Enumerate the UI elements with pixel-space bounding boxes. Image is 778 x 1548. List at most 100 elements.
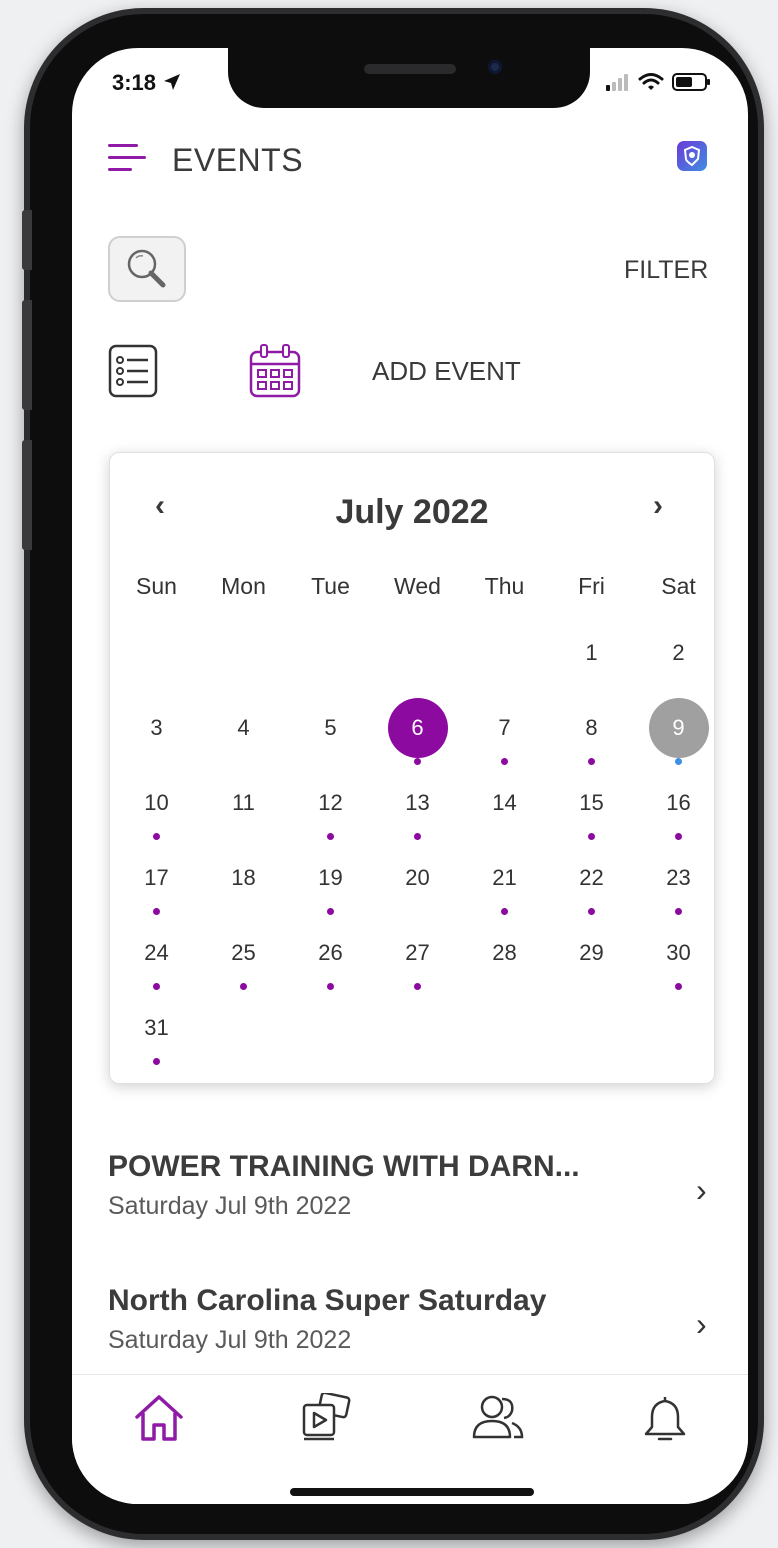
bell-icon [644, 1397, 686, 1441]
calendar-day[interactable]: 25 [200, 923, 287, 990]
calendar-day-number: 6 [387, 698, 448, 758]
weekday-label: Tue [311, 573, 350, 599]
calendar-day-number: 21 [492, 865, 517, 890]
calendar-day-number: 24 [144, 940, 169, 965]
calendar-day-number: 17 [144, 865, 169, 890]
calendar-view-icon[interactable] [248, 342, 302, 405]
status-time-text: 3:18 [112, 70, 157, 95]
calendar-day[interactable]: 10 [113, 773, 200, 840]
mute-switch [22, 210, 32, 270]
calendar-day[interactable]: 3 [113, 698, 200, 758]
event-indicator-dot [414, 983, 421, 990]
calendar-day[interactable]: 8 [548, 698, 635, 765]
calendar-day-number: 15 [579, 790, 604, 815]
calendar-day-number: 13 [405, 790, 430, 815]
calendar-day-number: 18 [231, 865, 256, 890]
calendar-day-number: 22 [579, 865, 604, 890]
front-camera [488, 60, 502, 74]
calendar-day-number: 11 [232, 790, 255, 815]
calendar-day-number: 3 [150, 715, 163, 740]
calendar-day[interactable]: 28 [461, 923, 548, 983]
calendar-day-number: 5 [324, 715, 337, 740]
event-indicator-dot [414, 758, 421, 765]
list-view-icon[interactable] [108, 344, 158, 403]
event-indicator-dot [153, 908, 160, 915]
calendar-day-number: 7 [498, 715, 511, 740]
calendar-day-number: 20 [405, 865, 430, 890]
calendar-day[interactable]: 26 [287, 923, 374, 990]
event-indicator-dot [414, 833, 421, 840]
calendar-day[interactable]: 12 [287, 773, 374, 840]
event-indicator-dot [675, 758, 682, 765]
event-item[interactable]: POWER TRAINING WITH DARN... Saturday Jul… [108, 1150, 708, 1221]
calendar-day[interactable]: 2 [635, 623, 722, 683]
event-indicator-dot [327, 908, 334, 915]
calendar-day[interactable]: 4 [200, 698, 287, 758]
calendar-day[interactable]: 20 [374, 848, 461, 908]
calendar-day-number: 28 [492, 940, 517, 965]
cellular-signal-icon [606, 74, 628, 91]
weekday-label: Fri [578, 573, 605, 599]
calendar-day-number: 29 [579, 940, 604, 965]
app-screen: 3:18 EVENTS FILTER ADD EVENT ‹ July 2022… [72, 48, 748, 1504]
calendar-day[interactable]: 11 [200, 773, 287, 833]
calendar-day[interactable]: 31 [113, 998, 200, 1065]
calendar-day-number: 25 [231, 940, 256, 965]
calendar-day-number: 26 [318, 940, 343, 965]
calendar-day[interactable]: 24 [113, 923, 200, 990]
calendar-day-number: 2 [672, 640, 685, 665]
wifi-icon [638, 73, 664, 90]
calendar-day[interactable]: 29 [548, 923, 635, 983]
event-indicator-dot [501, 908, 508, 915]
calendar-day[interactable]: 16 [635, 773, 722, 840]
event-indicator-dot [153, 983, 160, 990]
status-time: 3:18 [112, 70, 182, 96]
calendar-day[interactable]: 30 [635, 923, 722, 990]
calendar-day[interactable]: 7 [461, 698, 548, 765]
search-icon [127, 249, 166, 288]
calendar-day[interactable]: 6 [374, 698, 461, 765]
event-indicator-dot [588, 908, 595, 915]
tab-people[interactable] [470, 1393, 526, 1448]
tab-home[interactable] [132, 1393, 186, 1448]
calendar-day-number: 12 [318, 790, 343, 815]
event-indicator-dot [588, 758, 595, 765]
event-date: Saturday Jul 9th 2022 [108, 1192, 352, 1220]
chevron-right-icon[interactable]: › [696, 1172, 707, 1209]
calendar-day-number: 27 [405, 940, 430, 965]
tab-notifications[interactable] [640, 1393, 690, 1450]
search-button[interactable] [108, 236, 186, 302]
event-item[interactable]: North Carolina Super Saturday Saturday J… [108, 1284, 708, 1355]
calendar-day[interactable]: 14 [461, 773, 548, 833]
month-title: July 2022 [335, 493, 489, 531]
calendar-day[interactable]: 1 [548, 623, 635, 683]
calendar-day[interactable]: 18 [200, 848, 287, 908]
calendar-day-number: 1 [585, 640, 598, 665]
calendar-card: ‹ July 2022 › Sun Mon Tue Wed Thu Fri Sat 1234… [109, 452, 715, 1084]
calendar-day-number: 31 [144, 1015, 169, 1040]
tab-media[interactable] [298, 1391, 354, 1448]
menu-icon[interactable] [108, 144, 148, 176]
app-logo-icon[interactable] [677, 141, 707, 171]
calendar-day[interactable]: 23 [635, 848, 722, 915]
calendar-day[interactable]: 15 [548, 773, 635, 840]
calendar-day[interactable]: 9 [635, 698, 722, 765]
calendar-day[interactable]: 19 [287, 848, 374, 915]
calendar-day[interactable]: 17 [113, 848, 200, 915]
next-month-button[interactable]: › [653, 489, 663, 523]
calendar-day[interactable]: 27 [374, 923, 461, 990]
calendar-day[interactable]: 13 [374, 773, 461, 840]
calendar-day[interactable]: 21 [461, 848, 548, 915]
calendar-day[interactable]: 22 [548, 848, 635, 915]
page-title: EVENTS [172, 142, 304, 178]
filter-button[interactable]: FILTER [624, 256, 708, 285]
calendar-day-number: 19 [318, 865, 343, 890]
home-indicator [290, 1488, 534, 1496]
event-indicator-dot [327, 983, 334, 990]
event-indicator-dot [675, 833, 682, 840]
calendar-day-number: 30 [666, 940, 691, 965]
weekday-label: Sun [136, 573, 177, 599]
add-event-button[interactable]: ADD EVENT [372, 356, 521, 387]
calendar-day[interactable]: 5 [287, 698, 374, 758]
chevron-right-icon[interactable]: › [696, 1306, 707, 1343]
